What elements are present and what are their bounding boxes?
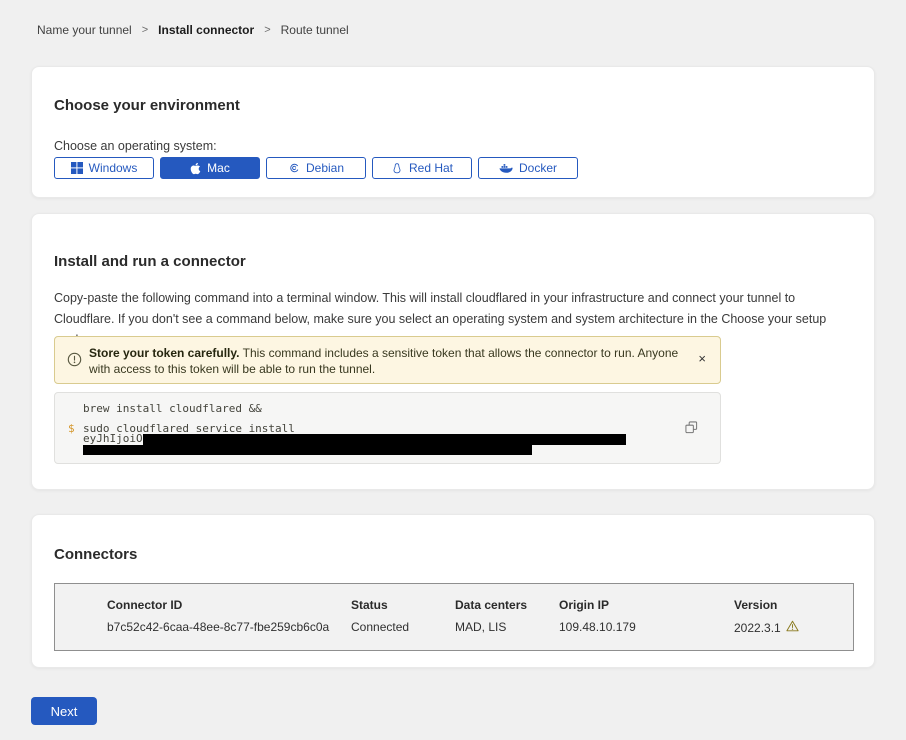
version-text: 2022.3.1 — [734, 621, 781, 635]
environment-card-title: Choose your environment — [54, 97, 240, 114]
cell-connector-id: b7c52c42-6caa-48ee-8c77-fbe259cb6c0a — [107, 620, 329, 634]
os-button-debian[interactable]: Debian — [266, 157, 366, 179]
token-line: eyJhIjoiO — [83, 433, 626, 445]
table-header-version: Version — [734, 598, 777, 612]
breadcrumb: Name your tunnel > Install connector > R… — [37, 23, 349, 37]
token-redaction-bar — [83, 445, 532, 455]
token-prefix-text: eyJhIjoiO — [83, 433, 143, 445]
table-header-data-centers: Data centers — [455, 598, 527, 612]
install-card-title: Install and run a connector — [54, 253, 246, 270]
install-command-codeblock[interactable]: brew install cloudflared && $ sudo cloud… — [54, 392, 721, 464]
table-header-connector-id: Connector ID — [107, 598, 182, 612]
os-button-mac[interactable]: Mac — [160, 157, 260, 179]
warning-message: Store your token carefully. This command… — [89, 345, 679, 377]
os-button-windows[interactable]: Windows — [54, 157, 154, 179]
table-header-origin-ip: Origin IP — [559, 598, 609, 612]
token-redaction-bar — [143, 434, 626, 445]
debian-icon — [288, 162, 300, 174]
os-button-label: Mac — [207, 161, 230, 175]
copy-icon[interactable] — [685, 421, 698, 437]
connectors-table: Connector ID b7c52c42-6caa-48ee-8c77-fbe… — [54, 583, 854, 651]
cell-origin-ip: 109.48.10.179 — [559, 620, 636, 634]
choose-environment-card: Choose your environment Choose an operat… — [31, 66, 875, 198]
close-icon[interactable]: × — [698, 352, 706, 365]
os-button-label: Windows — [89, 161, 138, 175]
windows-icon — [71, 162, 83, 174]
os-button-label: Docker — [519, 161, 557, 175]
connectors-card: Connectors Connector ID b7c52c42-6caa-48… — [31, 514, 875, 668]
breadcrumb-separator: > — [264, 24, 270, 36]
os-select-label: Choose an operating system: — [54, 139, 217, 153]
linux-penguin-icon — [391, 162, 403, 175]
cell-version: 2022.3.1 — [734, 620, 799, 635]
tunnel-setup-page: Name your tunnel > Install connector > R… — [0, 0, 906, 740]
table-header-status: Status — [351, 598, 388, 612]
os-button-redhat[interactable]: Red Hat — [372, 157, 472, 179]
docker-whale-icon — [499, 163, 513, 174]
shell-prompt: $ — [68, 422, 75, 435]
breadcrumb-name-your-tunnel[interactable]: Name your tunnel — [37, 23, 132, 37]
os-button-group: Windows Mac Debian Red Hat — [54, 157, 578, 179]
breadcrumb-install-connector[interactable]: Install connector — [158, 23, 254, 37]
breadcrumb-separator: > — [142, 24, 148, 36]
code-line-brew: brew install cloudflared && — [83, 402, 262, 415]
os-button-label: Debian — [306, 161, 344, 175]
install-connector-card: Install and run a connector Copy-paste t… — [31, 213, 875, 490]
cell-data-centers: MAD, LIS — [455, 620, 506, 634]
warning-message-bold: Store your token carefully. — [89, 346, 240, 360]
connectors-card-title: Connectors — [54, 546, 137, 563]
warning-triangle-icon — [786, 620, 799, 635]
alert-circle-icon — [67, 352, 82, 372]
apple-icon — [190, 162, 201, 175]
next-button[interactable]: Next — [31, 697, 97, 725]
os-button-docker[interactable]: Docker — [478, 157, 578, 179]
breadcrumb-route-tunnel[interactable]: Route tunnel — [281, 23, 349, 37]
os-button-label: Red Hat — [409, 161, 453, 175]
status-badge: Connected — [351, 620, 409, 634]
token-warning-banner: Store your token carefully. This command… — [54, 336, 721, 384]
